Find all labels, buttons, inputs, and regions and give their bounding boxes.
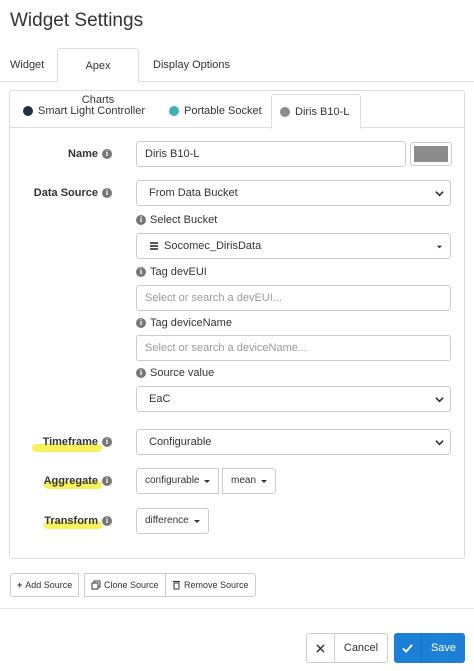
select-bucket-label: i Select Bucket (136, 214, 217, 226)
cancel-button[interactable]: Cancel (306, 633, 388, 663)
source-value-label: i Source value (136, 367, 214, 379)
series-tab-label: Portable Socket (184, 105, 262, 117)
tab-series-portable-socket[interactable]: Portable Socket (161, 94, 270, 128)
info-icon[interactable]: i (136, 267, 146, 277)
clone-icon (91, 580, 101, 590)
info-icon[interactable]: i (102, 437, 112, 447)
clone-source-button[interactable]: Clone Source (84, 573, 166, 597)
series-color-dot (23, 106, 33, 116)
data-source-select[interactable]: From Data Bucket (136, 180, 451, 206)
info-icon[interactable]: i (136, 368, 146, 378)
series-tab-label: Smart Light Controller (38, 105, 145, 117)
info-icon[interactable]: i (102, 149, 112, 159)
footer-divider (0, 608, 474, 609)
check-icon (394, 633, 422, 663)
tab-widget[interactable]: Widget (0, 48, 54, 82)
timeframe-select[interactable]: Configurable (136, 429, 451, 455)
tag-devicename-label: i Tag deviceName (136, 317, 232, 329)
devicename-search-input[interactable]: Select or search a deviceName... (136, 335, 451, 361)
transform-label: Transform i (20, 513, 112, 529)
plus-icon: + (17, 580, 23, 590)
caret-down-icon (436, 245, 443, 249)
transform-dropdown[interactable]: difference (136, 508, 209, 534)
tag-deveui-label: i Tag devEUI (136, 266, 207, 278)
series-color-picker[interactable] (410, 142, 452, 166)
chevron-down-icon (435, 440, 444, 446)
caret-down-icon (261, 479, 268, 483)
info-icon[interactable]: i (102, 476, 112, 486)
info-icon[interactable]: i (136, 318, 146, 328)
remove-source-button[interactable]: Remove Source (165, 573, 256, 597)
close-icon (307, 634, 335, 662)
caret-down-icon (204, 479, 211, 483)
aggregate-mode-dropdown[interactable]: configurable (136, 468, 220, 494)
name-label: Name i (30, 146, 112, 162)
tab-display-options[interactable]: Display Options (143, 48, 240, 82)
chevron-down-icon (435, 397, 444, 403)
info-icon[interactable]: i (136, 215, 146, 225)
top-tab-bar: Widget Apex Charts Display Options (0, 48, 474, 106)
series-color-dot (280, 106, 290, 117)
timeframe-label: Timeframe i (20, 434, 112, 450)
info-icon[interactable]: i (102, 188, 112, 198)
database-icon (150, 242, 158, 250)
data-source-label: Data Source i (20, 185, 112, 201)
aggregate-function-dropdown[interactable]: mean (222, 468, 277, 494)
tab-apex-charts[interactable]: Apex Charts (57, 48, 139, 106)
deveui-search-input[interactable]: Select or search a devEUI... (136, 285, 451, 311)
aggregate-label: Aggregate i (20, 473, 112, 489)
caret-down-icon (193, 519, 200, 523)
chevron-down-icon (435, 191, 444, 197)
save-button[interactable]: Save (394, 633, 465, 663)
info-icon[interactable]: i (102, 516, 112, 526)
tab-series-diris-b10-l[interactable]: Diris B10-L (271, 94, 361, 129)
dialog-title: Widget Settings (10, 10, 144, 31)
trash-icon (173, 581, 180, 590)
name-input[interactable]: Diris B10-L (136, 141, 406, 167)
source-value-select[interactable]: EaC (136, 386, 451, 412)
color-swatch-fill (414, 146, 448, 162)
series-tab-bar: Smart Light Controller Portable Socket D… (9, 94, 465, 129)
series-color-dot (169, 106, 179, 116)
add-source-button[interactable]: + Add Source (10, 573, 80, 597)
tab-series-smart-light-controller[interactable]: Smart Light Controller (15, 94, 153, 128)
bucket-select[interactable]: Socomec_DirisData (136, 233, 451, 259)
series-tab-label: Diris B10-L (295, 105, 350, 118)
